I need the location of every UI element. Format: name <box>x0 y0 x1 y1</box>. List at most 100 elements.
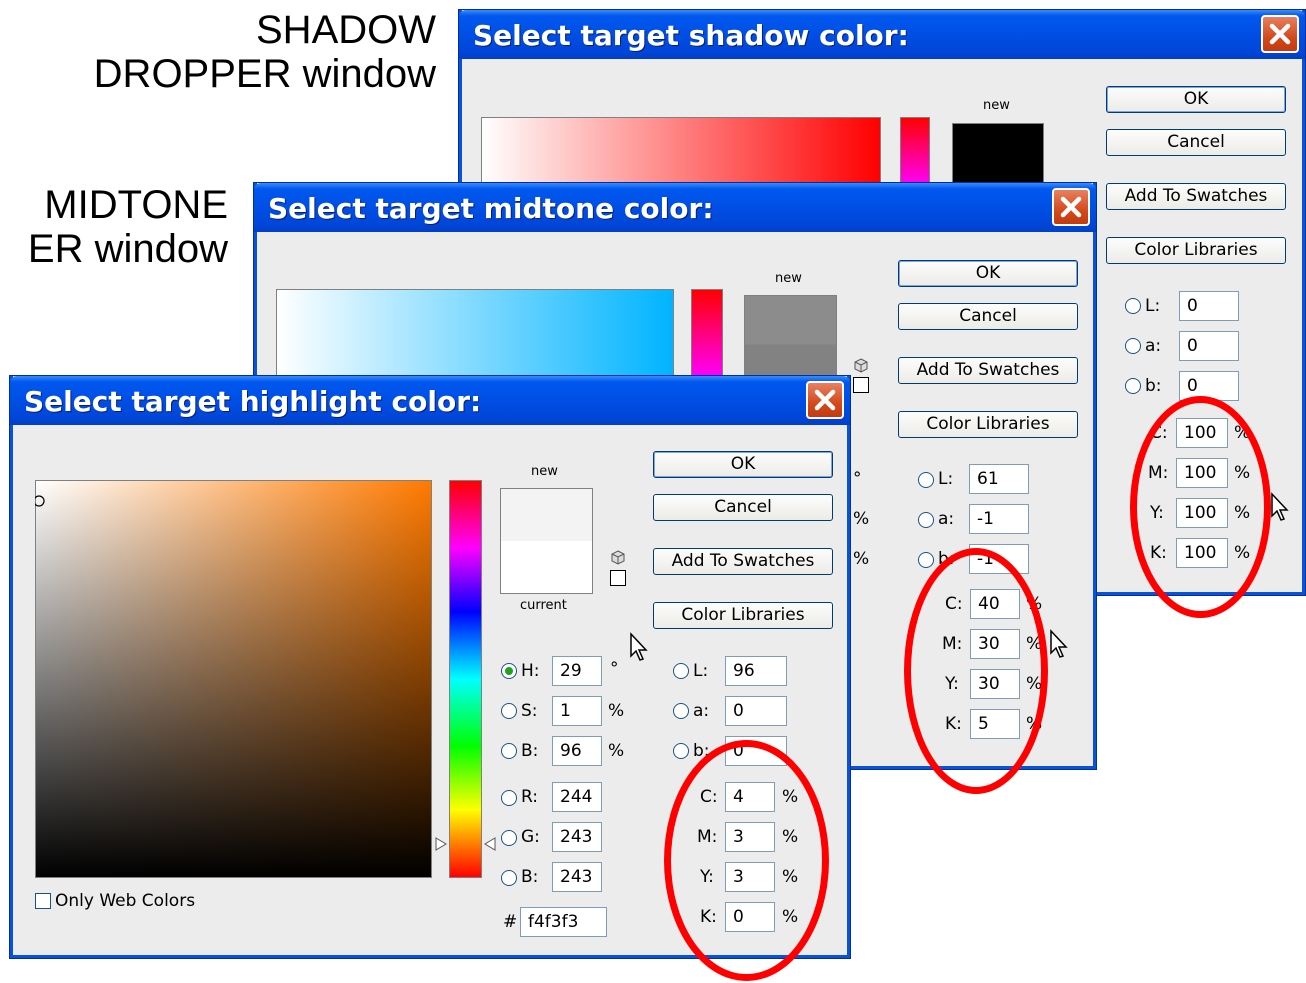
shadow-titlebar[interactable]: Select target shadow color: <box>459 10 1305 59</box>
midtone-color-libraries-button[interactable]: Color Libraries <box>898 411 1078 438</box>
midtone-add-to-swatches-button[interactable]: Add To Swatches <box>898 357 1078 384</box>
color-picker-marker-icon <box>35 495 45 507</box>
highlight-cmyk-highlight-ring <box>664 740 829 981</box>
highlight-close-button[interactable] <box>806 381 844 419</box>
shadow-cmyk-highlight-ring <box>1130 396 1271 618</box>
highlight-label-Bv: B: <box>521 741 539 761</box>
only-web-colors-label: Only Web Colors <box>55 891 196 911</box>
highlight-label-H: H: <box>521 661 540 681</box>
shadow-label-b: b: <box>1145 376 1162 396</box>
highlight-color-libraries-button[interactable]: Color Libraries <box>653 602 833 629</box>
highlight-field-a[interactable]: 0 <box>725 696 787 726</box>
highlight-radio-Bv[interactable] <box>501 743 517 759</box>
close-icon <box>814 389 836 411</box>
highlight-deg-H: ° <box>610 659 619 679</box>
highlight-new-label: new <box>531 464 558 479</box>
midtone-field-L[interactable]: 61 <box>969 464 1029 494</box>
shadow-radio-b[interactable] <box>1125 378 1141 394</box>
web-safe-cube-icon <box>854 358 868 373</box>
close-icon <box>1269 23 1291 45</box>
midtone-new-swatch <box>744 295 837 385</box>
midtone-field-a[interactable]: -1 <box>969 504 1029 534</box>
highlight-new-swatch <box>501 489 592 541</box>
highlight-web-swatch[interactable] <box>610 570 626 586</box>
highlight-current-swatch[interactable] <box>501 541 592 593</box>
highlight-field-H[interactable]: 29 <box>552 656 602 686</box>
midtone-title: Select target midtone color: <box>268 192 714 225</box>
highlight-radio-S[interactable] <box>501 703 517 719</box>
highlight-radio-L[interactable] <box>673 663 689 679</box>
shadow-close-button[interactable] <box>1261 15 1299 53</box>
shadow-new-label: new <box>983 98 1010 113</box>
midtone-cancel-button[interactable]: Cancel <box>898 303 1078 330</box>
midtone-new-label: new <box>775 271 802 286</box>
highlight-color-field[interactable] <box>35 480 432 878</box>
shadow-field-a[interactable]: 0 <box>1179 331 1239 361</box>
highlight-pct-Bv: % <box>608 741 625 761</box>
highlight-ok-button[interactable]: OK <box>653 451 833 478</box>
midtone-caption-line1: MIDTONE <box>44 183 228 227</box>
shadow-color-field[interactable] <box>481 117 881 187</box>
midtone-radio-a[interactable] <box>918 512 934 528</box>
highlight-label-a: a: <box>693 701 710 721</box>
midtone-close-button[interactable] <box>1052 188 1090 226</box>
shadow-caption-line1: SHADOW <box>256 8 436 52</box>
midtone-ok-button[interactable]: OK <box>898 260 1078 287</box>
midtone-web-swatch[interactable] <box>853 377 869 393</box>
highlight-label-L: L: <box>693 661 709 681</box>
midtone-radio-b[interactable] <box>918 552 934 568</box>
midtone-pct-B: % <box>853 549 870 569</box>
highlight-label-R: R: <box>521 787 539 807</box>
midtone-caption-line2: ER window <box>27 227 228 271</box>
shadow-cancel-button[interactable]: Cancel <box>1106 129 1286 156</box>
mouse-pointer-icon <box>1271 492 1289 521</box>
shadow-label-a: a: <box>1145 336 1162 356</box>
highlight-current-label: current <box>520 598 567 613</box>
highlight-titlebar[interactable]: Select target highlight color: <box>10 376 850 425</box>
highlight-title: Select target highlight color: <box>24 385 482 418</box>
highlight-radio-Bc[interactable] <box>501 870 517 886</box>
midtone-color-field[interactable] <box>276 289 674 379</box>
shadow-field-L[interactable]: 0 <box>1179 291 1239 321</box>
highlight-pct-S: % <box>608 701 625 721</box>
highlight-field-R[interactable]: 244 <box>552 782 602 812</box>
shadow-radio-L[interactable] <box>1125 298 1141 314</box>
highlight-add-to-swatches-button[interactable]: Add To Swatches <box>653 548 833 575</box>
highlight-hex-field[interactable]: f4f3f3 <box>520 907 607 937</box>
highlight-cancel-button[interactable]: Cancel <box>653 494 833 521</box>
hue-slider-left-arrow-icon[interactable] <box>435 837 447 851</box>
highlight-field-S[interactable]: 1 <box>552 696 602 726</box>
midtone-deg-H: ° <box>853 469 862 489</box>
highlight-field-L[interactable]: 96 <box>725 656 787 686</box>
highlight-radio-H[interactable] <box>501 663 517 679</box>
hue-slider-right-arrow-icon[interactable] <box>484 837 496 851</box>
shadow-label-L: L: <box>1145 296 1161 316</box>
shadow-title: Select target shadow color: <box>473 19 909 52</box>
highlight-field-Bc[interactable]: 243 <box>552 862 602 892</box>
shadow-ok-button[interactable]: OK <box>1106 86 1286 113</box>
highlight-label-S: S: <box>521 701 538 721</box>
highlight-label-G: G: <box>521 827 540 847</box>
mouse-pointer-icon <box>1050 629 1068 658</box>
shadow-caption-line2: DROPPER window <box>93 52 436 96</box>
highlight-hue-slider[interactable] <box>449 480 482 878</box>
highlight-radio-G[interactable] <box>501 830 517 846</box>
highlight-field-Bv[interactable]: 96 <box>552 736 602 766</box>
shadow-add-to-swatches-button[interactable]: Add To Swatches <box>1106 183 1286 210</box>
midtone-caption: MIDTONE ER window <box>28 183 228 271</box>
highlight-hash-label: # <box>503 912 518 932</box>
highlight-radio-b[interactable] <box>673 743 689 759</box>
midtone-titlebar[interactable]: Select target midtone color: <box>254 183 1096 232</box>
highlight-radio-R[interactable] <box>501 790 517 806</box>
shadow-color-libraries-button[interactable]: Color Libraries <box>1106 237 1286 264</box>
shadow-hue-slider[interactable] <box>900 117 930 187</box>
shadow-radio-a[interactable] <box>1125 338 1141 354</box>
midtone-hue-slider[interactable] <box>691 289 723 379</box>
midtone-radio-L[interactable] <box>918 472 934 488</box>
midtone-cmyk-highlight-ring <box>904 548 1048 794</box>
web-safe-cube-icon <box>611 550 625 565</box>
midtone-label-L: L: <box>938 469 954 489</box>
only-web-colors-checkbox[interactable] <box>35 893 51 909</box>
highlight-radio-a[interactable] <box>673 703 689 719</box>
highlight-field-G[interactable]: 243 <box>552 822 602 852</box>
